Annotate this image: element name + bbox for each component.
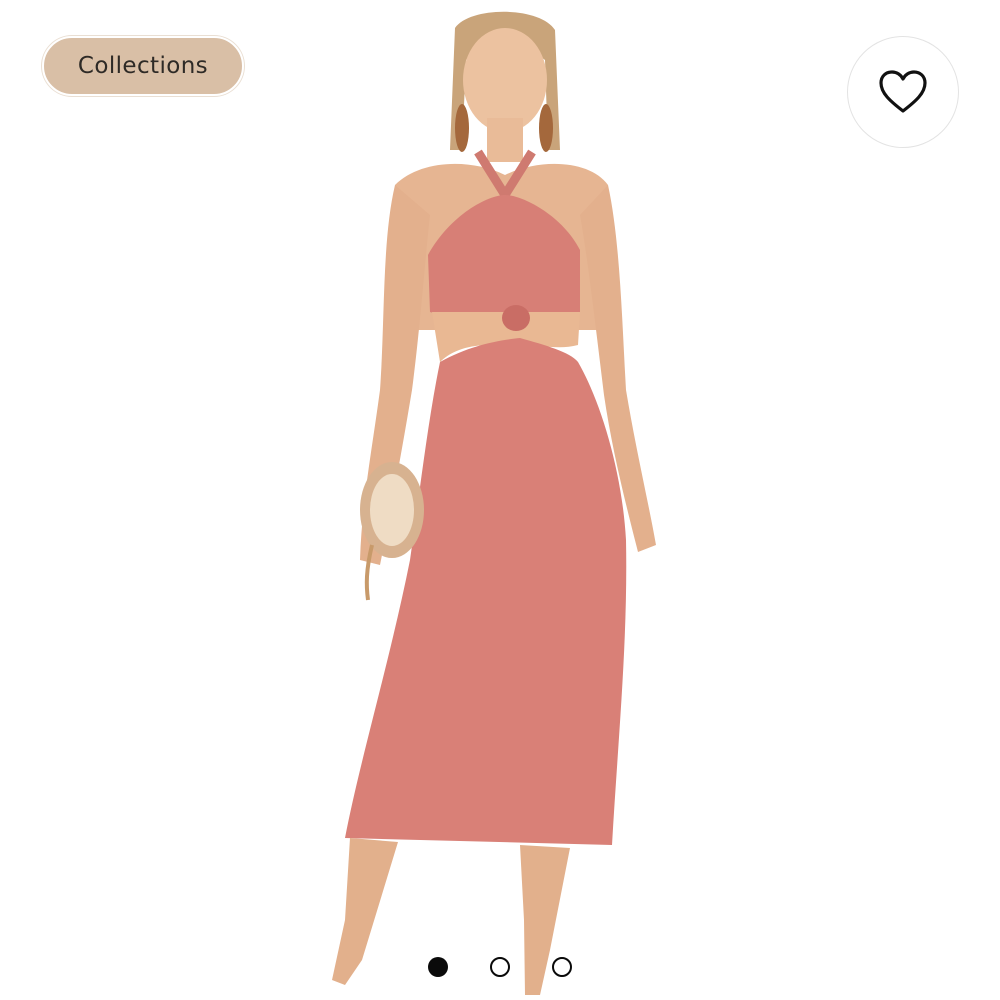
collections-label: Collections <box>77 53 209 79</box>
carousel-dot-3[interactable] <box>552 957 572 977</box>
collections-button[interactable]: Collections <box>42 36 244 96</box>
product-detail-screen: Collections <box>0 0 1000 1000</box>
favorite-button[interactable] <box>847 36 959 148</box>
carousel-dot-1[interactable] <box>428 957 448 977</box>
product-image[interactable] <box>0 0 1000 1000</box>
heart-outline-icon <box>879 70 927 113</box>
carousel-pager <box>420 955 580 979</box>
carousel-dot-2[interactable] <box>490 957 510 977</box>
